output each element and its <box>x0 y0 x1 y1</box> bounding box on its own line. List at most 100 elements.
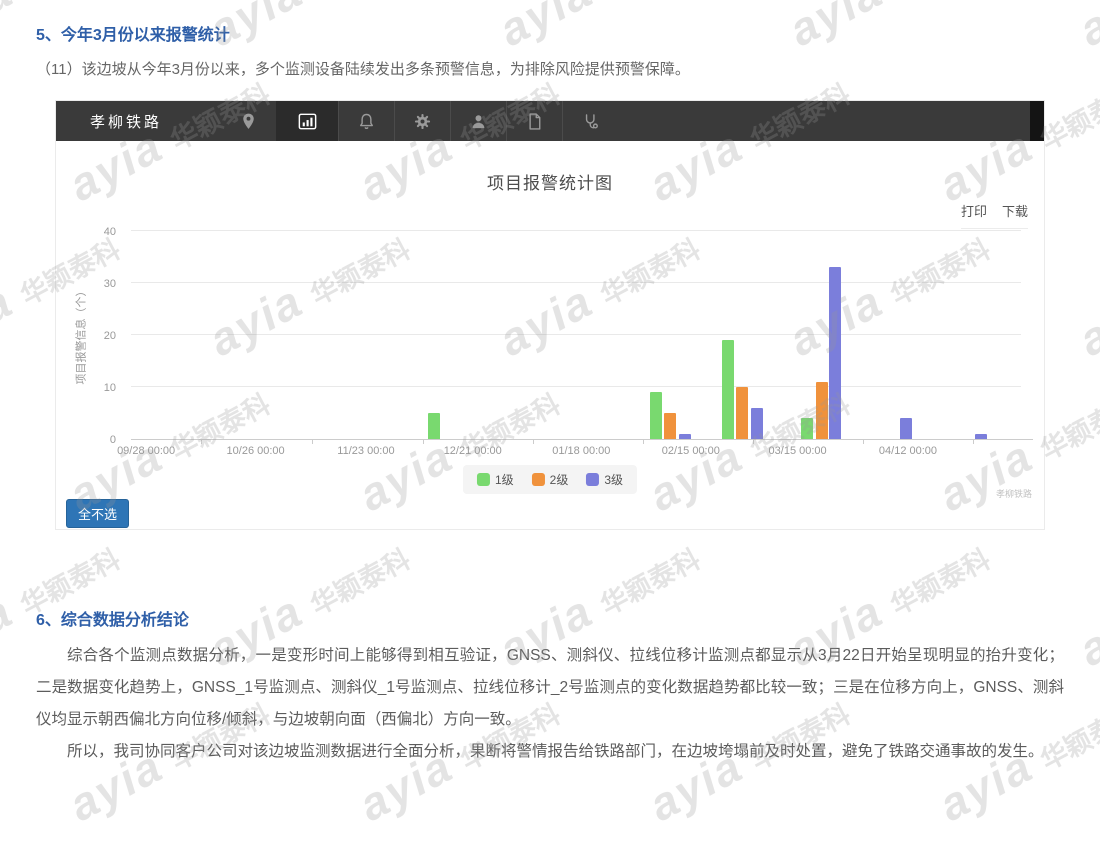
section5-title: 5、今年3月份以来报警统计 <box>36 21 230 45</box>
watermark-chinese: 华颖泰科 <box>16 0 125 1</box>
gridline <box>131 282 1021 283</box>
watermark-latin: ayia <box>0 274 21 366</box>
section6-title: 6、综合数据分析结论 <box>36 606 189 630</box>
watermark-latin: ayia <box>1071 584 1100 676</box>
watermark-chinese: 华颖泰科 <box>596 0 705 1</box>
watermark-latin: ayia <box>0 584 21 676</box>
report-page: { "document": { "section5": { "title": "… <box>0 0 1100 847</box>
y-tick-label: 40 <box>104 226 116 238</box>
chart-bar <box>722 340 734 439</box>
legend-item[interactable]: 2级 <box>532 471 569 488</box>
x-axis-tick <box>201 439 202 444</box>
chart-corner-mark: 孝柳铁路 <box>996 487 1032 500</box>
watermark-text: ayia华颖泰科 <box>1070 0 1100 57</box>
gridline <box>131 334 1021 335</box>
bar-chart-icon <box>296 110 319 133</box>
watermark-latin: ayia <box>1071 274 1100 366</box>
app-navbar: 孝柳铁路 <box>56 101 1044 141</box>
nav-item-location[interactable] <box>220 101 276 141</box>
chart-bar <box>650 392 662 439</box>
chart-toolbar: 打印 下载 <box>961 201 1028 229</box>
x-axis-tick <box>753 439 754 444</box>
watermark-latin: ayia <box>491 0 602 56</box>
watermark-latin: ayia <box>0 0 21 56</box>
watermark-chinese: 华颖泰科 <box>1036 79 1100 156</box>
x-axis-tick <box>533 439 534 444</box>
legend-label: 2级 <box>550 471 569 488</box>
legend-swatch <box>586 473 599 486</box>
chart-legend: 1级 2级 3级 <box>463 465 637 494</box>
legend-item[interactable]: 3级 <box>586 471 623 488</box>
x-axis-tick <box>312 439 313 444</box>
nav-item-statistics[interactable] <box>276 101 338 141</box>
x-axis-label: 10/26 00:00 <box>227 445 285 457</box>
legend-label: 3级 <box>604 471 623 488</box>
legend-label: 1级 <box>495 471 514 488</box>
legend-swatch <box>532 473 545 486</box>
watermark-text: ayia华颖泰科 <box>1070 217 1100 367</box>
chart-bar <box>801 418 813 439</box>
watermark-chinese: 华颖泰科 <box>306 544 415 621</box>
gridline <box>131 230 1021 231</box>
watermark-latin: ayia <box>781 0 892 56</box>
chart-bar <box>751 408 763 439</box>
bell-icon <box>356 111 377 132</box>
nav-item-diagnosis[interactable] <box>562 101 618 141</box>
watermark-chinese: 华颖泰科 <box>596 544 705 621</box>
print-button[interactable]: 打印 <box>961 201 987 220</box>
watermark-chinese: 华颖泰科 <box>886 544 995 621</box>
chart-bar <box>736 387 748 439</box>
nav-item-alerts[interactable] <box>338 101 394 141</box>
y-tick-label: 30 <box>104 278 116 290</box>
section6-body: 综合各个监测点数据分析，一是变形时间上能够得到相互验证，GNSS、测斜仪、拉线位… <box>36 640 1064 768</box>
chart-bar <box>664 413 676 439</box>
x-axis-labels: 09/28 00:0010/26 00:0011/23 00:0012/21 0… <box>131 445 1021 459</box>
chart-bar <box>816 382 828 439</box>
watermark-chinese: 华颖泰科 <box>1036 389 1100 466</box>
x-axis-label: 09/28 00:00 <box>117 445 175 457</box>
x-axis-label: 11/23 00:00 <box>337 445 394 457</box>
y-tick-label: 10 <box>104 382 116 394</box>
watermark-text: ayia华颖泰科 <box>200 0 417 57</box>
section6-paragraph-1: 综合各个监测点数据分析，一是变形时间上能够得到相互验证，GNSS、测斜仪、拉线位… <box>36 640 1064 736</box>
gridline <box>131 386 1021 387</box>
user-icon <box>468 111 489 132</box>
legend-swatch <box>477 473 490 486</box>
y-axis: 010203040 <box>84 231 120 439</box>
chart-bar <box>829 267 841 439</box>
stethoscope-icon <box>580 111 601 132</box>
x-axis-label: 01/18 00:00 <box>552 445 610 457</box>
chart-bar <box>428 413 440 439</box>
x-axis-tick <box>423 439 424 444</box>
y-tick-label: 20 <box>104 330 116 342</box>
watermark-text: ayia华颖泰科 <box>780 0 997 57</box>
chart-title: 项目报警统计图 <box>56 169 1044 194</box>
x-axis-label: 04/12 00:00 <box>879 445 937 457</box>
select-none-button[interactable]: 全不选 <box>66 499 129 528</box>
chart-bar <box>900 418 912 439</box>
x-axis-label: 12/21 00:00 <box>444 445 502 457</box>
nav-item-report[interactable] <box>506 101 562 141</box>
section6-paragraph-2: 所以，我司协同客户公司对该边坡监测数据进行全面分析，果断将警情报告给铁路部门，在… <box>36 736 1064 768</box>
nav-item-settings[interactable] <box>394 101 450 141</box>
download-button[interactable]: 下载 <box>1002 201 1028 220</box>
watermark-latin: ayia <box>1071 0 1100 56</box>
nav-item-user[interactable] <box>450 101 506 141</box>
watermark-text: ayia华颖泰科 <box>490 0 707 57</box>
watermark-chinese: 华颖泰科 <box>886 0 995 1</box>
watermark-chinese: 华颖泰科 <box>306 0 415 1</box>
x-axis-label: 02/15 00:00 <box>662 445 720 457</box>
plot-area <box>131 231 1021 439</box>
location-pin-icon <box>238 111 259 132</box>
gear-icon <box>412 111 433 132</box>
x-axis-line <box>131 439 1033 440</box>
watermark-text: ayia华颖泰科 <box>1070 527 1100 677</box>
legend-item[interactable]: 1级 <box>477 471 514 488</box>
navbar-end-block <box>1030 101 1044 141</box>
x-axis-tick <box>863 439 864 444</box>
section5-paragraph: （11）该边坡从今年3月份以来，多个监测设备陆续发出多条预警信息，为排除风险提供… <box>36 58 1046 79</box>
document-icon <box>524 111 545 132</box>
y-tick-label: 0 <box>110 434 116 446</box>
x-axis-tick <box>973 439 974 444</box>
x-axis-tick <box>643 439 644 444</box>
